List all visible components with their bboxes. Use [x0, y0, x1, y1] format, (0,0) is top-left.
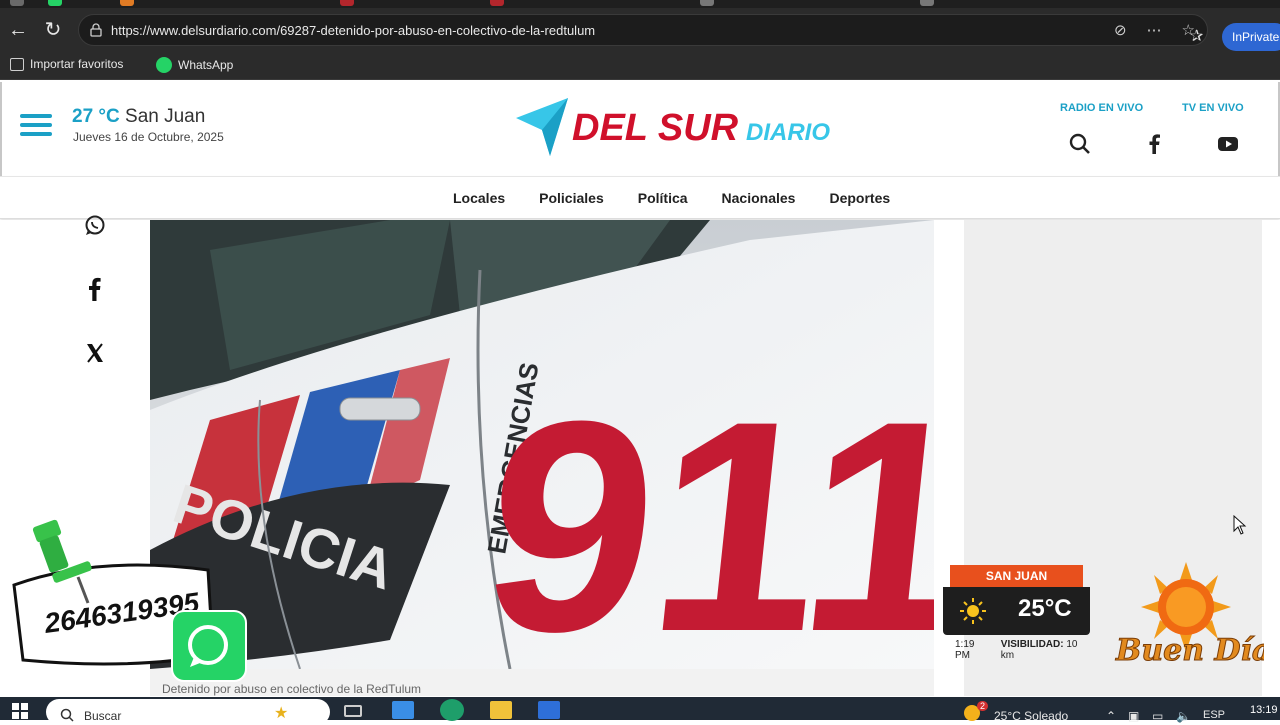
whatsapp-icon	[171, 610, 247, 682]
store-app-icon[interactable]	[392, 701, 414, 719]
inprivate-button[interactable]: InPrivate	[1222, 23, 1280, 51]
task-view-icon[interactable]	[344, 705, 362, 717]
taskbar-clock[interactable]: 13:19	[1250, 704, 1278, 716]
tab[interactable]	[490, 0, 504, 6]
search-icon[interactable]	[1068, 132, 1092, 156]
display-icon[interactable]: ▭	[1152, 709, 1163, 723]
file-explorer-icon[interactable]	[490, 701, 512, 719]
favorites-icon[interactable]: ✰	[1190, 26, 1203, 46]
logo-main-text: DEL SUR	[572, 107, 739, 149]
windows-taskbar: Buscar ★ 2 25°C Soleado ⌃ ▣ ▭ 🔈 ESP 13:1…	[0, 697, 1280, 725]
nav-item-politica[interactable]: Política	[638, 190, 688, 206]
header-city: San Juan	[125, 106, 206, 127]
hamburger-menu-icon[interactable]	[20, 114, 52, 138]
more-options-icon[interactable]: ⋯	[1147, 21, 1162, 39]
facebook-icon[interactable]	[1142, 132, 1166, 156]
buen-dia-text: Buen Día	[1115, 633, 1264, 668]
police-car-image: POLICIA EMERGENCIAS 911	[150, 220, 934, 669]
visibility-label: VISIBILIDAD:	[1000, 639, 1064, 650]
whatsapp-phone-widget[interactable]: 2646319395	[8, 515, 248, 685]
header-temperature: 27 °C	[72, 106, 120, 127]
whatsapp-icon	[156, 57, 172, 73]
site-header: 27 °C San Juan Jueves 16 de Octubre, 202…	[0, 82, 1280, 176]
tab[interactable]	[10, 0, 24, 6]
bookmark-label: WhatsApp	[178, 58, 234, 72]
whatsapp-share-icon[interactable]	[80, 210, 110, 240]
bookmark-whatsapp[interactable]: WhatsApp	[156, 57, 233, 73]
back-arrow-icon[interactable]: ←	[6, 18, 30, 42]
tab[interactable]	[120, 0, 134, 6]
browser-toolbar: ← ↻ https://www.delsurdiario.com/69287-d…	[0, 8, 1280, 52]
article-image: POLICIA EMERGENCIAS 911	[150, 220, 934, 669]
tab[interactable]	[700, 0, 714, 6]
tab-strip[interactable]	[0, 0, 1280, 8]
logo-sub-text: DIARIO	[746, 119, 830, 146]
url-text[interactable]: https://www.delsurdiario.com/69287-deten…	[111, 23, 595, 38]
weather-temperature: 25°C	[1018, 595, 1072, 622]
tracking-prevention-icon[interactable]: ⊘	[1114, 21, 1127, 39]
address-bar[interactable]: https://www.delsurdiario.com/69287-deten…	[78, 14, 1208, 46]
tv-en-vivo-link[interactable]: TV EN VIVO	[1182, 102, 1244, 114]
weather-widget: SAN JUAN 25°C 1:19 PM VISIBILIDAD: 10 km	[943, 565, 1090, 661]
import-favorites-icon	[10, 57, 24, 71]
x-share-icon[interactable]	[80, 338, 110, 368]
nav-item-policiales[interactable]: Policiales	[539, 190, 604, 206]
taskbar-search[interactable]: Buscar ★	[46, 699, 330, 725]
phone-widget-graphic: 2646319395	[12, 519, 247, 682]
chevron-up-icon[interactable]: ⌃	[1106, 709, 1116, 723]
mouse-cursor-icon	[1233, 515, 1247, 535]
network-icon[interactable]: ▣	[1128, 709, 1139, 723]
edge-browser-icon[interactable]	[440, 699, 464, 721]
tab[interactable]	[48, 0, 62, 6]
youtube-icon[interactable]	[1216, 132, 1240, 156]
taskbar-search-placeholder: Buscar	[84, 709, 122, 723]
bookmarks-bar: Importar favoritos WhatsApp	[0, 52, 1280, 80]
facebook-share-icon[interactable]	[80, 274, 110, 304]
main-nav: Locales Policiales Política Nacionales D…	[0, 176, 1280, 219]
lock-icon[interactable]	[89, 23, 103, 37]
tab[interactable]	[920, 0, 934, 6]
volume-icon[interactable]: 🔈	[1176, 709, 1191, 723]
buen-dia-graphic: Buen Día	[1108, 562, 1272, 670]
photo-text-911: 911	[470, 359, 934, 669]
nav-item-nacionales[interactable]: Nacionales	[722, 190, 796, 206]
grid-app-icon[interactable]	[538, 701, 560, 719]
bookmark-label: Importar favoritos	[30, 57, 124, 71]
nav-item-locales[interactable]: Locales	[453, 190, 505, 206]
weather-city: SAN JUAN	[950, 565, 1083, 587]
windows-start-icon[interactable]	[12, 703, 28, 719]
taskbar-weather-text[interactable]: 25°C Soleado	[994, 709, 1068, 723]
radio-en-vivo-link[interactable]: RADIO EN VIVO	[1060, 102, 1143, 114]
header-weather: 27 °C San Juan	[72, 106, 205, 128]
sun-graphic: Buen Día	[1115, 562, 1272, 669]
weather-main: 25°C	[943, 587, 1090, 635]
search-highlight-icon: ★	[274, 705, 289, 722]
reload-icon[interactable]: ↻	[41, 18, 65, 42]
tab[interactable]	[340, 0, 354, 6]
notification-badge: 2	[977, 701, 989, 711]
nav-item-deportes[interactable]: Deportes	[829, 190, 890, 206]
header-date: Jueves 16 de Octubre, 2025	[73, 130, 224, 144]
bookmark-import-favorites[interactable]: Importar favoritos	[10, 57, 123, 71]
weather-time: 1:19 PM	[955, 639, 975, 661]
sun-icon	[960, 598, 986, 624]
language-indicator[interactable]: ESP	[1203, 709, 1225, 721]
site-logo[interactable]: DEL SUR DIARIO	[514, 96, 844, 158]
